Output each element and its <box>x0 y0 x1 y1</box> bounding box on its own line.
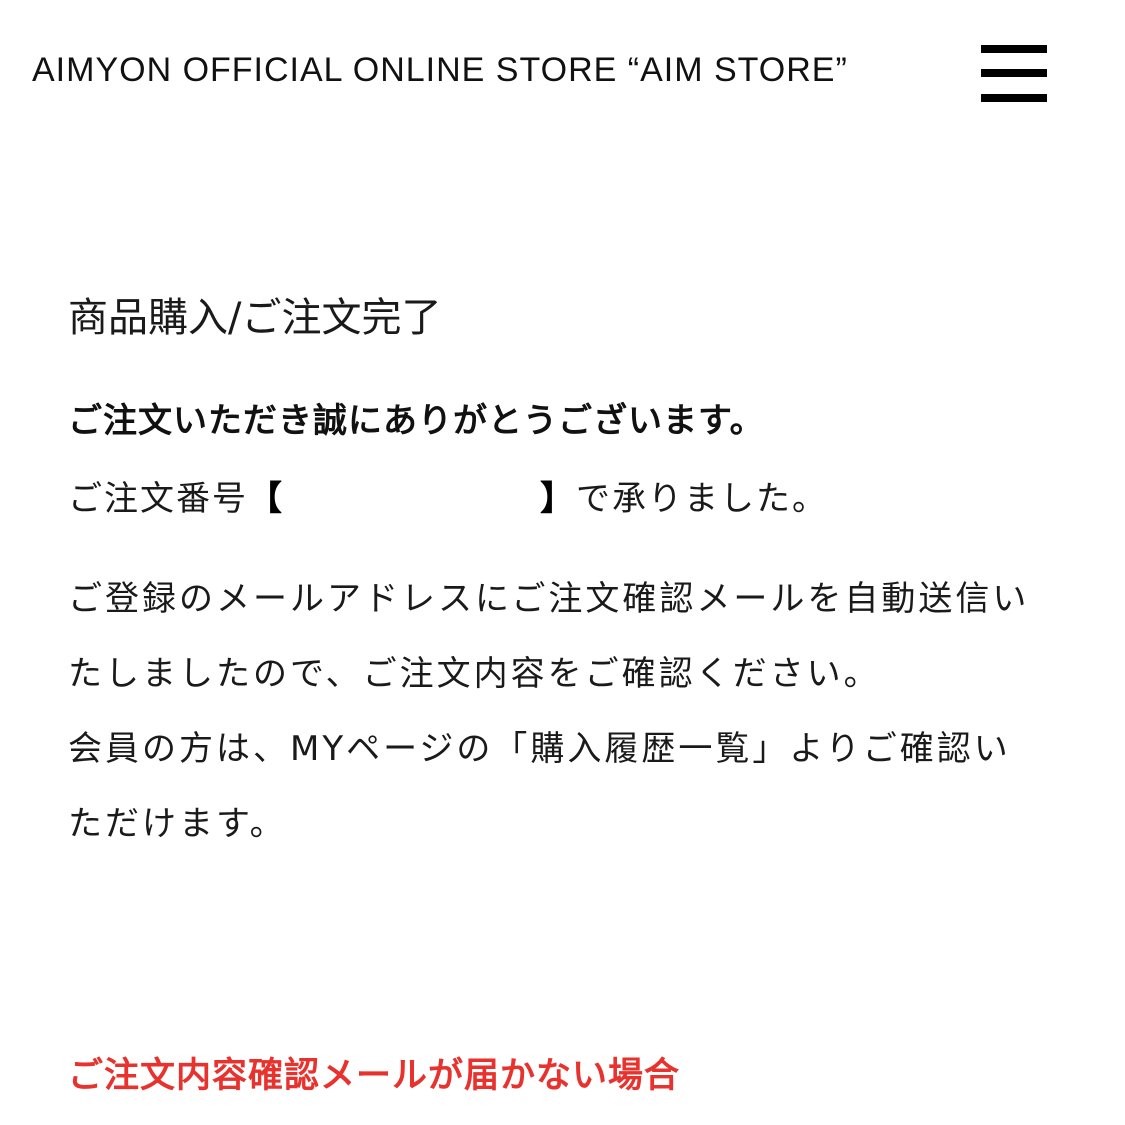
menu-bar <box>981 45 1047 53</box>
menu-bar <box>981 69 1047 77</box>
site-header: AIMYON OFFICIAL ONLINE STORE “AIM STORE” <box>0 0 1125 150</box>
bracket-open: 【 <box>248 479 284 519</box>
hamburger-menu-icon[interactable] <box>978 42 1048 106</box>
email-not-received-heading[interactable]: ご注文内容確認メールが届かない場合 <box>68 1050 680 1102</box>
order-prefix: ご注文番号 <box>68 479 248 519</box>
menu-bar <box>981 94 1047 102</box>
thanks-message: ご注文いただき誠にありがとうございます。 <box>68 401 765 441</box>
member-notice: 会員の方は、MYページの「購入履歴一覧」よりご確認いただけます。 <box>68 729 1011 844</box>
bracket-close: 】 <box>540 479 576 519</box>
store-title[interactable]: AIMYON OFFICIAL ONLINE STORE “AIM STORE” <box>32 48 848 92</box>
order-number-line: ご注文番号【 】で承りました。 <box>68 472 828 526</box>
page-title: 商品購入/ご注文完了 <box>68 295 442 341</box>
order-suffix: で承りました。 <box>576 479 828 519</box>
notice-text: ご登録のメールアドレスにご注文確認メールを自動送信いたしましたので、ご注文内容を… <box>68 562 1038 862</box>
email-notice: ご登録のメールアドレスにご注文確認メールを自動送信いたしましたので、ご注文内容を… <box>68 579 1030 694</box>
